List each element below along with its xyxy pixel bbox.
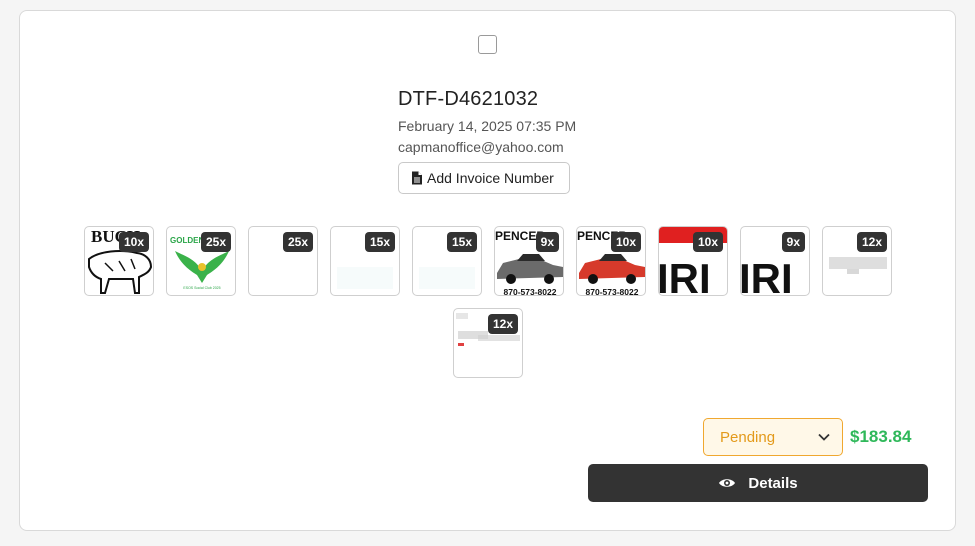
design-thumbnail-8[interactable]: IRI 10x (658, 226, 728, 296)
design-thumbnail-2[interactable]: GOLDEN ESOS Social Club 2025 25x (166, 226, 236, 296)
customer-email: capmanoffice@yahoo.com (398, 139, 564, 155)
design-thumbnail-4[interactable]: 15x (330, 226, 400, 296)
design-thumbnail-1[interactable]: BUCH 10x (84, 226, 154, 296)
quantity-badge: 25x (282, 232, 313, 253)
order-card: DTF-D4621032 February 14, 2025 07:35 PM … (19, 10, 956, 531)
quantity-badge: 25x (200, 232, 231, 253)
faint-design-thumb (419, 267, 475, 289)
order-total: $183.84 (850, 427, 912, 446)
select-order-checkbox[interactable] (478, 35, 497, 54)
quantity-badge: 12x (487, 314, 518, 335)
quantity-badge: 9x (535, 232, 559, 253)
status-dropdown[interactable]: Pending (703, 418, 843, 456)
design-thumbnail-10[interactable]: 12x (822, 226, 892, 296)
details-label: Details (748, 474, 798, 492)
quantity-badge: 10x (692, 232, 723, 253)
design-thumbnail-3[interactable]: 25x (248, 226, 318, 296)
chevron-down-icon (818, 433, 830, 441)
quantity-badge: 15x (364, 232, 395, 253)
svg-text:IRI: IRI (659, 255, 711, 296)
design-thumbnail-7[interactable]: PENCER 870-573-8022 10x (576, 226, 646, 296)
svg-text:870-573-8022: 870-573-8022 (504, 287, 557, 296)
quantity-badge: 10x (118, 232, 149, 253)
quantity-badge: 9x (781, 232, 805, 253)
quantity-badge: 10x (610, 232, 641, 253)
design-thumbnail-9[interactable]: IRI 9x (740, 226, 810, 296)
design-thumbnail-11[interactable]: 12x (453, 308, 523, 378)
status-value: Pending (720, 428, 776, 446)
svg-text:870-573-8022: 870-573-8022 (586, 287, 639, 296)
add-invoice-number-button[interactable]: Add Invoice Number (398, 162, 570, 194)
document-icon (412, 171, 422, 185)
svg-text:ESOS Social Club 2025: ESOS Social Club 2025 (183, 286, 220, 290)
quantity-badge: 15x (446, 232, 477, 253)
design-thumbnail-5[interactable]: 15x (412, 226, 482, 296)
details-button[interactable]: Details (588, 464, 928, 502)
eye-icon (719, 479, 736, 487)
order-date: February 14, 2025 07:35 PM (398, 118, 577, 134)
svg-text:IRI: IRI (741, 255, 793, 296)
design-thumbnail-6[interactable]: PENCER 870-573-8022 9x (494, 226, 564, 296)
quantity-badge: 12x (856, 232, 887, 253)
add-invoice-label: Add Invoice Number (427, 170, 554, 186)
svg-text:GOLDEN: GOLDEN (170, 236, 204, 245)
faint-design-thumb (337, 267, 393, 289)
order-id: DTF-D4621032 (398, 88, 539, 110)
